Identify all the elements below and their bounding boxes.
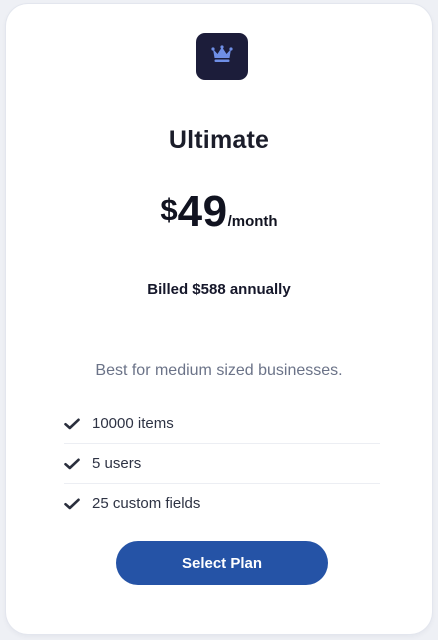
pricing-card: Ultimate $49/month Billed $588 annually …: [6, 4, 432, 634]
feature-label: 5 users: [92, 455, 142, 472]
check-icon: [64, 457, 80, 471]
price-currency: $: [160, 192, 178, 227]
feature-item: 5 users: [64, 444, 380, 484]
check-icon: [64, 497, 80, 511]
price-amount: 49: [177, 187, 228, 236]
feature-list: 10000 items 5 users 25 custom fields: [64, 404, 380, 523]
plan-price: $49/month: [6, 190, 432, 234]
check-icon: [64, 417, 80, 431]
feature-item: 25 custom fields: [64, 484, 380, 523]
feature-label: 25 custom fields: [92, 495, 201, 512]
billing-note: Billed $588 annually: [147, 281, 291, 298]
select-plan-button[interactable]: Select Plan: [116, 541, 328, 585]
feature-item: 10000 items: [64, 404, 380, 444]
plan-name: Ultimate: [168, 126, 270, 154]
plan-description: Best for medium sized businesses.: [95, 362, 343, 379]
feature-label: 10000 items: [92, 415, 174, 432]
price-period: /month: [227, 213, 278, 230]
plan-badge: [196, 33, 248, 80]
crown-icon: [211, 45, 233, 68]
